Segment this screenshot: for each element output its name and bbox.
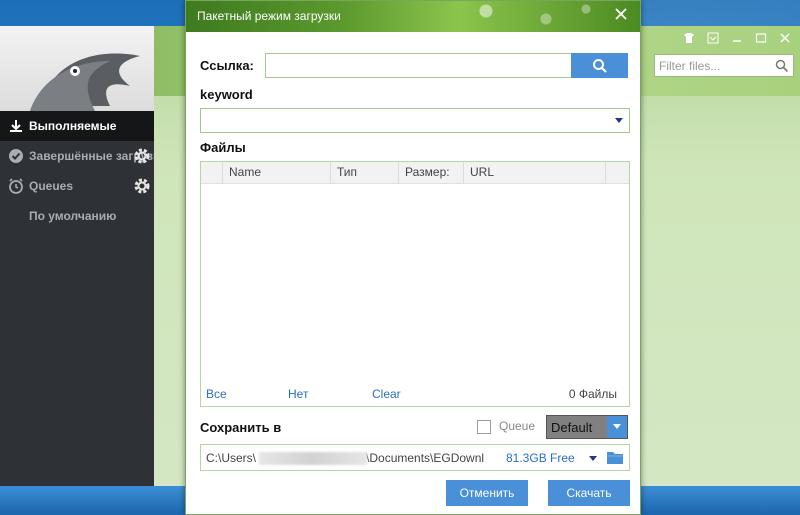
- files-table-header: Name Тип Размер: URL: [201, 162, 629, 184]
- dialog-close-button[interactable]: [612, 5, 630, 23]
- chevron-down-icon: [607, 416, 627, 438]
- download-icon: [10, 120, 22, 132]
- column-header-name[interactable]: Name: [223, 162, 331, 183]
- queue-checkbox[interactable]: [477, 420, 491, 434]
- search-icon: [592, 58, 607, 73]
- files-count: 0 Файлы: [568, 387, 617, 401]
- select-column-header[interactable]: [201, 162, 223, 183]
- url-search-button[interactable]: [571, 53, 628, 78]
- clear-link[interactable]: Clear: [372, 382, 401, 406]
- save-to-label: Сохранить в: [200, 420, 282, 435]
- skin-icon[interactable]: [678, 29, 700, 47]
- alarm-clock-icon: [9, 178, 23, 194]
- files-table: Name Тип Размер: URL Все Нет Clear 0 Фай…: [200, 161, 630, 407]
- chevron-down-icon: [615, 118, 623, 123]
- free-space-label: 81.3GB Free: [506, 451, 575, 465]
- gear-icon[interactable]: [133, 177, 151, 195]
- save-path-field[interactable]: C:\Users\ \Documents\EGDownloads 81.3GB F…: [200, 444, 630, 471]
- maximize-icon[interactable]: [750, 29, 772, 47]
- minimize-icon[interactable]: [726, 29, 748, 47]
- dialog-title-bar: Пакетный режим загрузки: [186, 1, 640, 32]
- queue-label: Queue: [499, 419, 536, 433]
- folder-icon[interactable]: [606, 450, 624, 465]
- sidebar-item-queues[interactable]: Queues: [0, 171, 154, 201]
- sidebar-item-running[interactable]: Выполняемые: [0, 111, 154, 141]
- url-input[interactable]: [265, 53, 571, 78]
- sidebar: Выполняемые Завершённые загрузки Queues: [0, 26, 154, 486]
- column-header-type[interactable]: Тип: [331, 162, 399, 183]
- gear-icon[interactable]: [133, 147, 151, 165]
- close-icon: [615, 8, 627, 20]
- download-button[interactable]: Скачать: [548, 480, 630, 506]
- chevron-down-icon[interactable]: [589, 456, 597, 461]
- batch-download-dialog: Пакетный режим загрузки Ссылка: keyword …: [185, 0, 641, 515]
- cancel-button[interactable]: Отменить: [446, 480, 528, 506]
- sidebar-item-label: По умолчанию: [29, 209, 117, 223]
- save-path-end: \Documents\EGDownloads: [366, 451, 484, 465]
- url-label: Ссылка:: [200, 58, 254, 73]
- select-none-link[interactable]: Нет: [288, 382, 308, 406]
- dialog-title: Пакетный режим загрузки: [197, 9, 341, 23]
- window-controls: [678, 29, 796, 47]
- select-all-link[interactable]: Все: [206, 382, 227, 406]
- filter-files-box: [654, 54, 794, 77]
- queue-selected-value: Default: [551, 420, 593, 435]
- sidebar-item-label: Выполняемые: [29, 119, 117, 133]
- keyword-label: keyword: [200, 87, 253, 102]
- files-label: Файлы: [200, 140, 246, 155]
- keyword-dropdown[interactable]: [200, 108, 630, 133]
- check-circle-icon: [9, 149, 23, 163]
- column-header-size[interactable]: Размер:: [399, 162, 464, 183]
- save-path-start: C:\Users\: [206, 451, 257, 465]
- app-logo: [0, 26, 154, 111]
- queue-dropdown[interactable]: Default: [546, 415, 628, 439]
- redacted-username: [259, 452, 367, 465]
- eagle-logo-icon: [30, 53, 140, 111]
- search-icon[interactable]: [775, 59, 789, 73]
- sidebar-item-label: Queues: [29, 179, 74, 193]
- close-icon[interactable]: [774, 29, 796, 47]
- column-header-url[interactable]: URL: [464, 162, 606, 183]
- menu-icon[interactable]: [702, 29, 724, 47]
- sidebar-item-completed[interactable]: Завершённые загрузки: [0, 141, 154, 171]
- files-table-footer: Все Нет Clear 0 Файлы: [201, 382, 629, 406]
- filter-files-input[interactable]: [655, 55, 773, 76]
- sidebar-item-default-queue[interactable]: По умолчанию: [0, 201, 154, 231]
